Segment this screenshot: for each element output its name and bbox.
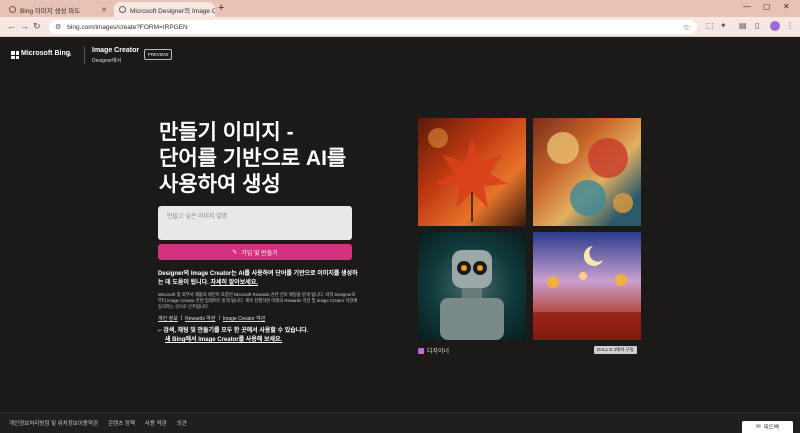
new-tab-button[interactable]: + <box>218 2 224 14</box>
close-tab-icon[interactable]: ✕ <box>101 6 107 14</box>
sidebar-icon[interactable]: ▯ <box>755 21 759 30</box>
close-window-button[interactable]: ✕ <box>783 2 790 11</box>
robot-art <box>440 250 504 340</box>
globe-icon <box>119 6 126 13</box>
url-text: bing.com/images/create?FORM=IRPGEN <box>67 23 188 31</box>
join-button-label: 가입 및 만들기 <box>241 250 278 257</box>
legal-links: 개인 정보 | Rewards 약관 | Image Creator 약관 <box>158 315 265 322</box>
footer-content-policy-link[interactable]: 콘텐츠 정책 <box>108 419 135 427</box>
designer-logo-icon <box>418 347 424 354</box>
festival-art <box>533 246 641 340</box>
rewards-terms-link[interactable]: Rewards 약관 <box>185 315 215 322</box>
link-separator: | <box>218 315 220 321</box>
header-divider <box>84 46 85 64</box>
explore-section: ⌐ 검색, 채팅 및 만들기를 모두 한 곳에서 사용할 수 있습니다. 새 B… <box>158 327 368 345</box>
fine-print: Microsoft 및 외부서 제품의 제안이 포함된 Microsoft Re… <box>158 292 358 309</box>
designer-label: 디자이너 <box>427 349 450 355</box>
image-creator-terms-link[interactable]: Image Creator 약관 <box>223 315 266 322</box>
product-title[interactable]: Image Creator <box>92 47 139 54</box>
install-app-icon[interactable]: ⬚ <box>706 21 714 30</box>
feedback-icon: ✉ <box>756 424 761 430</box>
split-view-icon[interactable]: ▤ <box>739 21 747 30</box>
brand-name[interactable]: Microsoft Bing <box>21 50 70 57</box>
sample-image-robot[interactable] <box>418 232 526 340</box>
learn-more-link[interactable]: 자세히 알아보세요. <box>211 280 259 286</box>
bookmark-star-icon[interactable]: ☆ <box>683 23 690 32</box>
site-info-icon[interactable]: ⚙ <box>55 23 61 31</box>
privacy-link[interactable]: 개인 정보 <box>158 315 178 322</box>
address-bar[interactable]: ⚙ bing.com/images/create?FORM=IRPGEN ☆ <box>49 20 697 34</box>
site-header <box>0 37 800 75</box>
product-subtitle: Designer에서 <box>92 58 122 64</box>
browser-tab-bing-waves[interactable]: Bing 이미지 생성 파도 ✕ <box>4 2 112 17</box>
feedback-button[interactable]: ✉ 피드백 <box>742 421 793 433</box>
maximize-button[interactable]: ▢ <box>763 2 771 11</box>
autumn-leaf-art <box>428 128 508 222</box>
sparkle-icon: ✎ <box>232 249 238 256</box>
link-separator: | <box>180 315 183 321</box>
spheres-art <box>547 132 633 216</box>
explore-text: 검색, 채팅 및 만들기를 모두 한 곳에서 사용할 수 있습니다. <box>163 328 309 334</box>
prompt-input[interactable]: 만들고 싶은 이미지 설명 <box>158 206 352 240</box>
footer-links: 개인정보처리방침 및 위치정보이용약관 콘텐츠 정책 사용 약관 의견 <box>9 419 187 427</box>
globe-icon <box>9 6 16 13</box>
footer-opinion-link[interactable]: 의견 <box>177 419 187 427</box>
feedback-label: 피드백 <box>763 425 779 431</box>
title-line: 단어를 기반으로 AI를 <box>159 147 347 170</box>
title-line: 사용하여 생성 <box>159 173 281 196</box>
back-arrow-icon[interactable]: ← <box>7 21 16 31</box>
preview-badge: PREVIEW <box>144 49 172 60</box>
title-line: 만들기 이미지 - <box>159 121 294 144</box>
profile-avatar[interactable] <box>770 21 780 31</box>
designer-brand[interactable]: 디자이너 <box>418 346 449 355</box>
join-and-create-button[interactable]: ✎ 가입 및 만들기 <box>158 244 352 260</box>
footer-privacy-link[interactable]: 개인정보처리방침 및 위치정보이용약관 <box>9 419 98 427</box>
chat-icon: ⌐ <box>158 328 162 334</box>
sample-image-patterned-spheres[interactable] <box>533 118 641 226</box>
description: Designer의 Image Creator는 AI를 사용하여 단어를 기반… <box>158 270 358 288</box>
extensions-icon[interactable]: ✦ <box>720 21 727 30</box>
dalle-badge: DALL E 3에서 구동 <box>594 346 637 354</box>
search-icon[interactable]: ⌕ <box>67 49 72 60</box>
browser-tab-strip: Bing 이미지 생성 파도 ✕ Microsoft Designer의 Ima… <box>0 0 800 17</box>
sample-image-autumn-leaf[interactable] <box>418 118 526 226</box>
browser-tab-image-creator[interactable]: Microsoft Designer의 Image C ✕ <box>114 2 215 17</box>
minimize-button[interactable]: — <box>743 2 751 11</box>
page-title: 만들기 이미지 - 단어를 기반으로 AI를 사용하여 생성 <box>159 120 399 198</box>
forward-arrow-icon[interactable]: → <box>20 21 29 31</box>
browser-toolbar: ← → ↻ ⚙ bing.com/images/create?FORM=IRPG… <box>0 17 800 37</box>
tab-title: Microsoft Designer의 Image C <box>130 7 215 15</box>
microsoft-logo-icon[interactable] <box>11 51 19 59</box>
reload-icon[interactable]: ↻ <box>33 21 41 32</box>
try-new-bing-link[interactable]: 새 Bing에서 Image Creator를 사용해 보세요. <box>165 337 282 343</box>
more-menu-icon[interactable]: ⋮ <box>786 21 794 30</box>
sample-image-festival-street[interactable] <box>533 232 641 340</box>
footer-terms-link[interactable]: 사용 약관 <box>145 419 167 427</box>
tab-title: Bing 이미지 생성 파도 <box>20 7 81 15</box>
